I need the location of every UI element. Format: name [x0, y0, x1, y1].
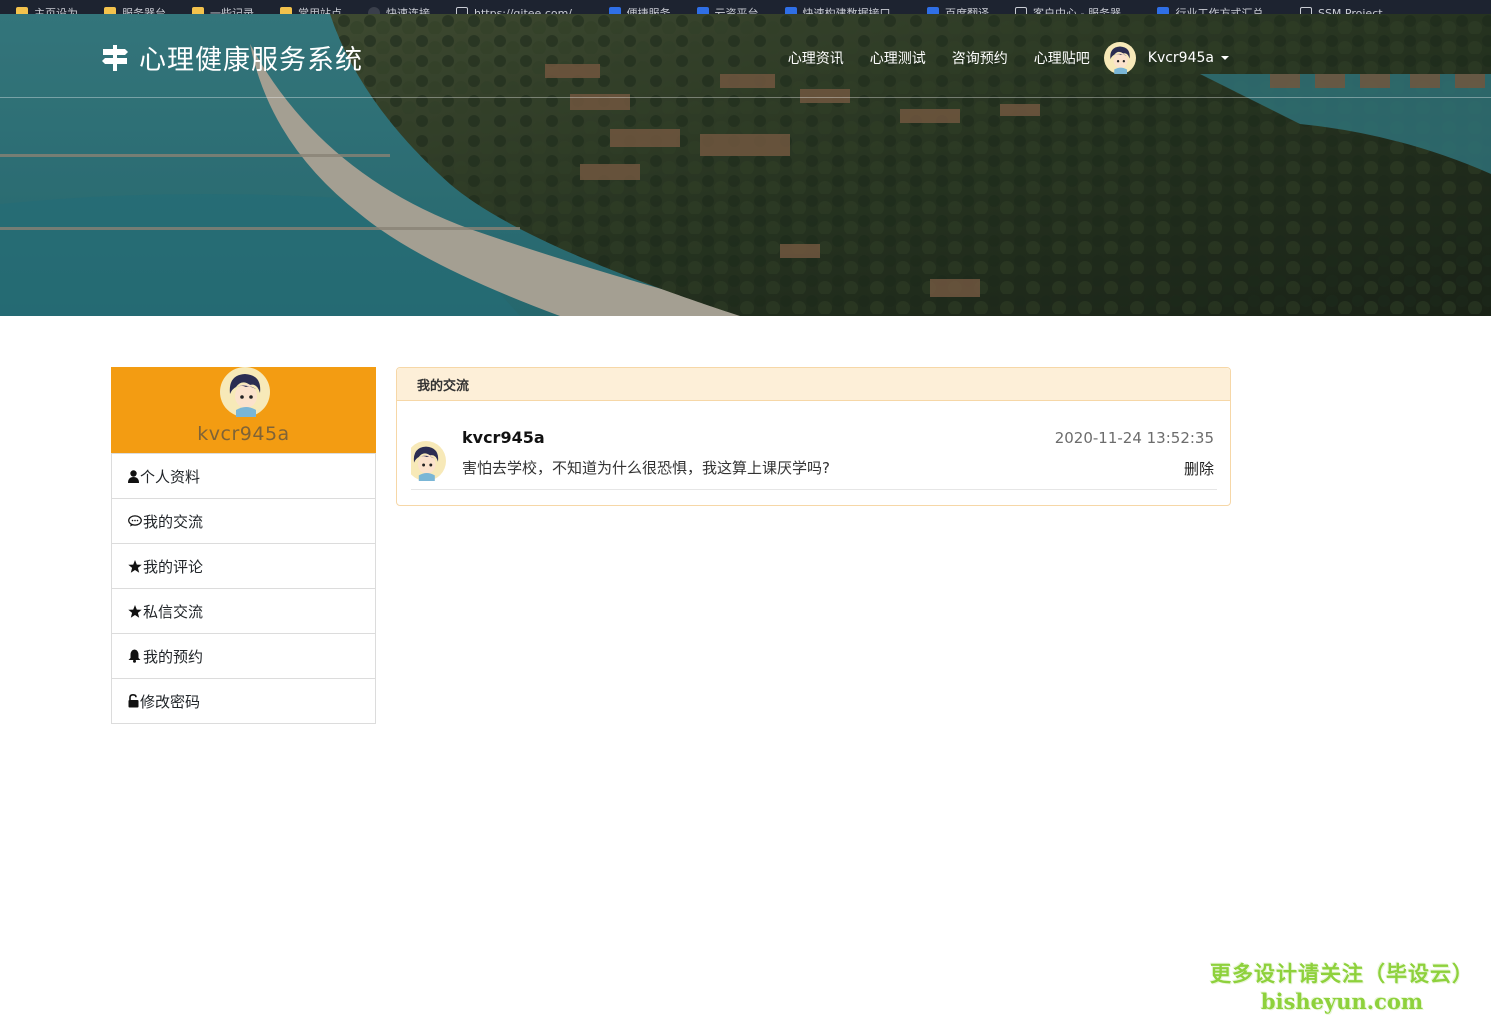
sidebar-item-label: 我的预约	[143, 647, 204, 666]
nav-test[interactable]: 心理测试	[870, 48, 926, 68]
my-posts-panel: 我的交流 kvcr945a 2020-11-24 13:52:35 害怕去学校，…	[396, 367, 1231, 506]
sidebar-item-profile[interactable]: 个人资料	[112, 453, 375, 498]
nav-forum[interactable]: 心理贴吧	[1034, 48, 1090, 68]
signpost-icon	[101, 43, 129, 73]
sidebar-item-label: 个人资料	[140, 467, 201, 486]
unlock-icon	[127, 694, 139, 708]
user-dropdown-label: Kvcr945a	[1147, 50, 1214, 66]
bookmark-item[interactable]: https://gitee.com/...	[440, 5, 593, 14]
bookmark-item[interactable]: 行业工作方式汇总...	[1141, 5, 1284, 14]
sidebar-menu: 个人资料 我的交流 我的评论 私信交流 我的预约 修改密码	[111, 453, 376, 724]
bookmark-item[interactable]: 便捷服务	[593, 5, 681, 14]
folder-icon	[192, 7, 204, 14]
folder-icon	[280, 7, 292, 14]
app-icon	[608, 7, 621, 14]
sidebar: kvcr945a 个人资料 我的交流 我的评论 私信交流 我的预约 修改密码	[111, 367, 376, 724]
avatar	[411, 436, 451, 486]
folder-icon	[104, 7, 116, 14]
app-icon	[927, 7, 940, 14]
user-icon	[127, 469, 139, 483]
sidebar-item-change-password[interactable]: 修改密码	[112, 678, 375, 723]
bookmark-item[interactable]: 百度翻译	[911, 5, 999, 14]
post-timestamp: 2020-11-24 13:52:35	[1054, 429, 1214, 447]
panel-title: 我的交流	[397, 368, 1230, 401]
top-navbar: 心理健康服务系统 心理资讯 心理测试 咨询预约 心理贴吧 Kvcr945a	[0, 14, 1491, 98]
bell-icon	[127, 649, 142, 663]
profile-username: kvcr945a	[197, 423, 290, 445]
brand-logo[interactable]: 心理健康服务系统	[101, 38, 363, 77]
bookmark-item[interactable]: 主页设为	[0, 5, 88, 14]
page-icon	[1299, 7, 1312, 14]
github-icon	[368, 7, 380, 14]
folder-icon	[16, 7, 28, 14]
app-icon	[696, 7, 709, 14]
bookmark-item[interactable]: 快速连接	[352, 5, 440, 14]
bookmark-item[interactable]: 常用站点	[264, 5, 352, 14]
avatar	[220, 367, 270, 417]
page-icon	[456, 7, 468, 14]
post-content[interactable]: 害怕去学校，不知道为什么很恐惧，我这算上课厌学吗?	[462, 457, 830, 478]
comment-icon	[127, 514, 142, 528]
caret-down-icon	[1221, 56, 1229, 60]
profile-card: kvcr945a	[111, 367, 376, 453]
sidebar-item-label: 我的评论	[143, 557, 204, 576]
watermark-line2: bisheyun.com	[1260, 989, 1424, 1014]
delete-button[interactable]: 删除	[1184, 458, 1214, 479]
bookmark-item[interactable]: SSM Project ...	[1284, 5, 1407, 14]
avatar	[1104, 42, 1136, 74]
user-dropdown[interactable]: Kvcr945a	[1104, 42, 1229, 74]
app-icon	[1157, 7, 1170, 14]
watermark-line1: 更多设计请关注（毕设云）	[1210, 962, 1474, 986]
bookmark-item[interactable]: 云资平台	[681, 5, 769, 14]
page-icon	[1015, 7, 1028, 14]
sidebar-item-label: 修改密码	[140, 692, 201, 711]
star-icon	[127, 559, 142, 573]
sidebar-item-label: 我的交流	[143, 512, 204, 531]
hero-banner: 心理健康服务系统 心理资讯 心理测试 咨询预约 心理贴吧 Kvcr945a	[0, 14, 1491, 316]
bookmarks-bar: 主页设为 服务器台 一些记录 常用站点 快速连接 https://gitee.com/..…	[0, 0, 1491, 14]
bookmark-item[interactable]: 客户中心 - 服务器...	[999, 5, 1141, 14]
star-icon	[127, 604, 142, 618]
watermark: 更多设计请关注（毕设云） bisheyun.com	[1207, 958, 1477, 1014]
sidebar-item-messages[interactable]: 私信交流	[112, 588, 375, 633]
app-icon	[784, 7, 797, 14]
nav-news[interactable]: 心理资讯	[788, 48, 844, 68]
bookmark-item[interactable]: 服务器台	[88, 5, 176, 14]
post-author[interactable]: kvcr945a	[462, 428, 545, 447]
main-nav: 心理资讯 心理测试 咨询预约 心理贴吧 Kvcr945a	[762, 42, 1229, 74]
bookmark-item[interactable]: 一些记录	[176, 5, 264, 14]
sidebar-item-appointments[interactable]: 我的预约	[112, 633, 375, 678]
list-item: kvcr945a 2020-11-24 13:52:35 害怕去学校，不知道为什…	[411, 420, 1217, 490]
brand-title: 心理健康服务系统	[139, 45, 363, 76]
sidebar-item-my-comments[interactable]: 我的评论	[112, 543, 375, 588]
sidebar-item-label: 私信交流	[143, 602, 204, 621]
bookmark-item[interactable]: 快速构建数据接口...	[769, 5, 912, 14]
nav-appointment[interactable]: 咨询预约	[952, 48, 1008, 68]
sidebar-item-my-posts[interactable]: 我的交流	[112, 498, 375, 543]
